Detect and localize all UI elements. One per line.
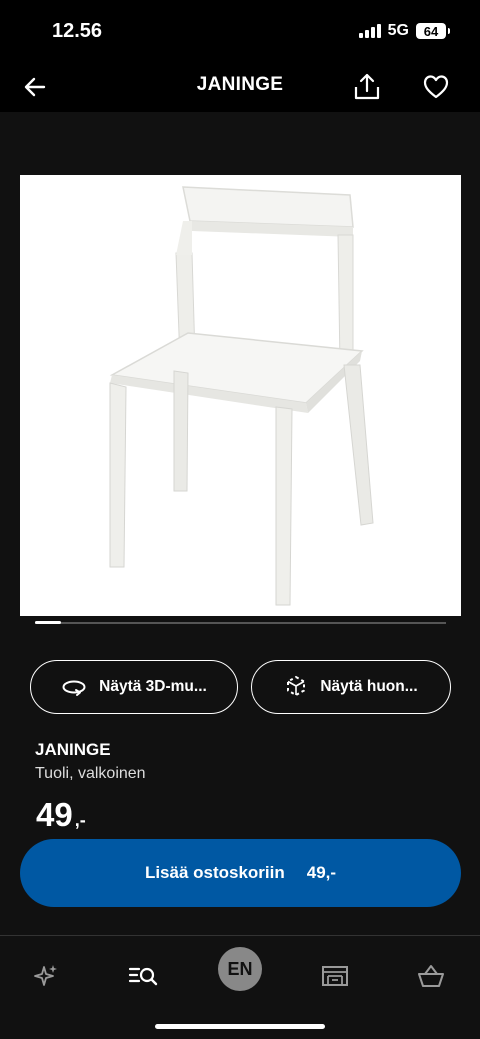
network-type: 5G xyxy=(387,22,409,39)
view-3d-label: Näytä 3D-mu... xyxy=(99,678,207,695)
home-indicator[interactable] xyxy=(155,1024,325,1029)
search-list-icon xyxy=(128,967,158,986)
tab-store[interactable] xyxy=(315,956,355,996)
navigation-bar: JANINGE xyxy=(0,62,480,112)
add-to-cart-price: 49,- xyxy=(306,863,337,882)
heart-icon[interactable] xyxy=(422,73,450,101)
add-to-cart-button[interactable]: Lisää ostoskoriin 49,- xyxy=(20,839,461,907)
carousel-position-thumb xyxy=(35,621,61,624)
product-image[interactable] xyxy=(20,175,461,616)
status-indicators: 5G 64 xyxy=(358,22,450,40)
product-page: Näytä 3D-mu... Näytä huon... JANINGE Tuo… xyxy=(0,112,480,935)
image-carousel-indicator[interactable] xyxy=(35,621,446,624)
view-in-room-label: Näytä huon... xyxy=(320,678,418,695)
sparkle-icon xyxy=(34,965,57,986)
status-bar: 12.56 5G 64 xyxy=(0,0,480,62)
rotate-3d-icon xyxy=(62,680,86,696)
white-chair-image xyxy=(109,186,374,606)
tab-bar: EN xyxy=(0,935,480,1039)
view-in-room-button[interactable]: Näytä huon... xyxy=(251,660,451,714)
share-icon[interactable] xyxy=(352,72,382,102)
augmented-reality-icon xyxy=(287,675,306,697)
battery-level: 64 xyxy=(423,23,439,39)
status-time: 12.56 xyxy=(52,20,103,42)
view-3d-button[interactable]: Näytä 3D-mu... xyxy=(30,660,238,714)
page-title: JANINGE xyxy=(196,74,284,95)
basket-icon xyxy=(418,965,444,987)
tab-cart[interactable] xyxy=(411,956,451,996)
tab-language[interactable]: EN xyxy=(218,947,262,991)
product-name: JANINGE xyxy=(35,740,111,759)
signal-icon xyxy=(358,24,381,38)
product-description: Tuoli, valkoinen xyxy=(35,765,146,782)
price-suffix: ,- xyxy=(74,810,86,830)
price-value: 49 xyxy=(36,796,73,833)
tab-search[interactable] xyxy=(123,956,163,996)
tab-discover[interactable] xyxy=(26,956,66,996)
battery-icon: 64 xyxy=(416,23,450,39)
store-icon xyxy=(322,966,348,986)
add-to-cart-label: Lisää ostoskoriin xyxy=(144,863,285,882)
product-price: 49 ,- xyxy=(36,796,86,834)
